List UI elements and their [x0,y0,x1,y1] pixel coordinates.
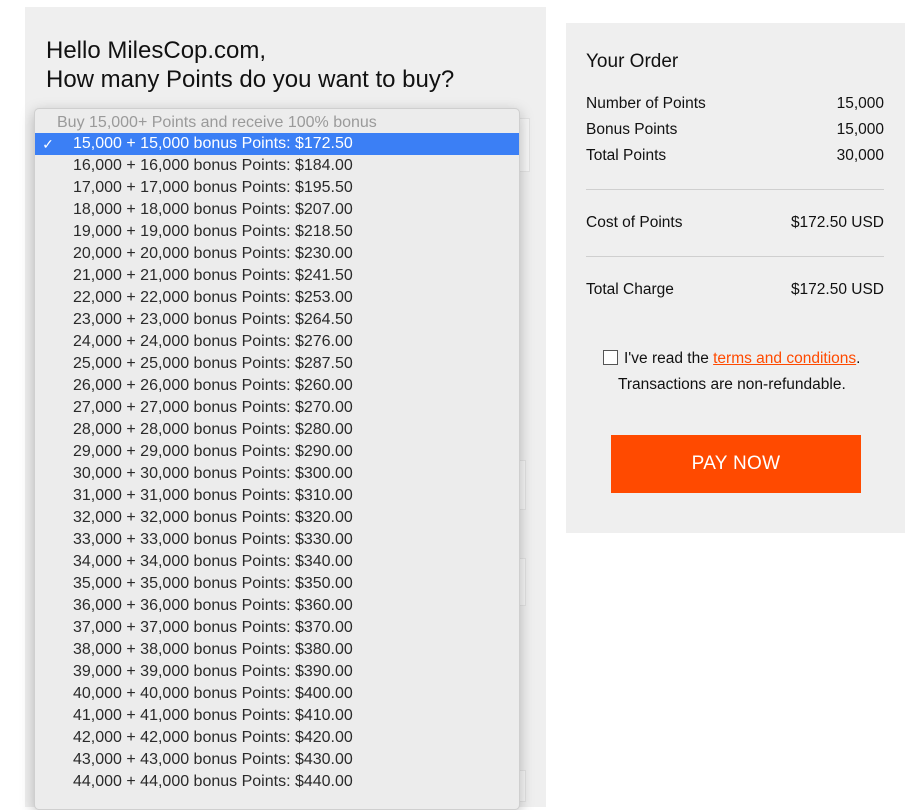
greeting-line-2: How many Points do you want to buy? [46,66,455,93]
option-label: 37,000 + 37,000 bonus Points: $370.00 [73,619,353,636]
dropdown-option[interactable]: 31,000 + 31,000 bonus Points: $310.00 [35,485,519,507]
terms-prefix: I've read the [624,350,714,367]
dropdown-option[interactable]: 25,000 + 25,000 bonus Points: $287.50 [35,353,519,375]
row-bonus-points: Bonus Points 15,000 [586,121,884,139]
terms-link[interactable]: terms and conditions [713,350,856,367]
option-label: 20,000 + 20,000 bonus Points: $230.00 [73,245,353,262]
dropdown-option[interactable]: 22,000 + 22,000 bonus Points: $253.00 [35,287,519,309]
option-label: 28,000 + 28,000 bonus Points: $280.00 [73,421,353,438]
row-number-of-points: Number of Points 15,000 [586,95,884,113]
row-value: 15,000 [836,121,884,138]
dropdown-option[interactable]: 18,000 + 18,000 bonus Points: $207.00 [35,199,519,221]
option-label: 18,000 + 18,000 bonus Points: $207.00 [73,201,353,218]
dropdown-option[interactable]: 44,000 + 44,000 bonus Points: $440.00 [35,771,519,793]
dropdown-option[interactable]: 26,000 + 26,000 bonus Points: $260.00 [35,375,519,397]
order-summary-panel: Your Order Number of Points 15,000 Bonus… [566,23,905,533]
dropdown-options: ✓ 15,000 + 15,000 bonus Points: $172.50 16… [35,133,519,793]
dropdown-option[interactable]: 30,000 + 30,000 bonus Points: $300.00 [35,463,519,485]
dropdown-option[interactable]: 33,000 + 33,000 bonus Points: $330.00 [35,529,519,551]
option-label: 26,000 + 26,000 bonus Points: $260.00 [73,377,353,394]
option-label: 25,000 + 25,000 bonus Points: $287.50 [73,355,353,372]
option-label: 43,000 + 43,000 bonus Points: $430.00 [73,751,353,768]
dropdown-header: Buy 15,000+ Points and receive 100% bonu… [57,114,377,131]
dropdown-option[interactable]: 23,000 + 23,000 bonus Points: $264.50 [35,309,519,331]
dropdown-option[interactable]: 37,000 + 37,000 bonus Points: $370.00 [35,617,519,639]
option-label: 36,000 + 36,000 bonus Points: $360.00 [73,597,353,614]
option-label: 27,000 + 27,000 bonus Points: $270.00 [73,399,353,416]
option-label: 32,000 + 32,000 bonus Points: $320.00 [73,509,353,526]
divider [586,256,884,257]
option-label: 24,000 + 24,000 bonus Points: $276.00 [73,333,353,350]
option-label: 35,000 + 35,000 bonus Points: $350.00 [73,575,353,592]
row-label: Number of Points [586,95,706,112]
total-value: $172.50 USD [790,281,884,298]
option-label: 22,000 + 22,000 bonus Points: $253.00 [73,289,353,306]
dropdown-option[interactable]: 36,000 + 36,000 bonus Points: $360.00 [35,595,519,617]
option-label: 16,000 + 16,000 bonus Points: $184.00 [73,157,353,174]
order-title: Your Order [586,51,679,72]
row-total-charge: Total Charge $172.50 USD [586,281,884,299]
option-label: 21,000 + 21,000 bonus Points: $241.50 [73,267,353,284]
points-dropdown-menu[interactable]: Buy 15,000+ Points and receive 100% bonu… [34,108,520,810]
row-label: Bonus Points [586,121,678,138]
terms-agreement: I've read the terms and conditions. Tran… [603,346,860,398]
option-label: 29,000 + 29,000 bonus Points: $290.00 [73,443,353,460]
dropdown-option[interactable]: 43,000 + 43,000 bonus Points: $430.00 [35,749,519,771]
cost-label: Cost of Points [586,214,683,231]
greeting-line-1: Hello MilesCop.com, [46,37,267,64]
dropdown-option[interactable]: 19,000 + 19,000 bonus Points: $218.50 [35,221,519,243]
option-label: 31,000 + 31,000 bonus Points: $310.00 [73,487,353,504]
refund-note: Transactions are non-refundable. [618,376,846,393]
dropdown-option[interactable]: 24,000 + 24,000 bonus Points: $276.00 [35,331,519,353]
dropdown-option[interactable]: 27,000 + 27,000 bonus Points: $270.00 [35,397,519,419]
option-label: 41,000 + 41,000 bonus Points: $410.00 [73,707,353,724]
option-label: 15,000 + 15,000 bonus Points: $172.50 [73,135,353,152]
dropdown-option[interactable]: 34,000 + 34,000 bonus Points: $340.00 [35,551,519,573]
dropdown-option[interactable]: 39,000 + 39,000 bonus Points: $390.00 [35,661,519,683]
row-label: Total Points [586,147,667,164]
divider [586,189,884,190]
dropdown-option[interactable]: 38,000 + 38,000 bonus Points: $380.00 [35,639,519,661]
dropdown-option[interactable]: 21,000 + 21,000 bonus Points: $241.50 [35,265,519,287]
dropdown-option[interactable]: 32,000 + 32,000 bonus Points: $320.00 [35,507,519,529]
greeting: Hello MilesCop.com, How many Points do y… [46,36,454,94]
option-label: 38,000 + 38,000 bonus Points: $380.00 [73,641,353,658]
pay-now-button[interactable]: PAY NOW [611,435,861,493]
terms-suffix: . [856,350,861,367]
option-label: 30,000 + 30,000 bonus Points: $300.00 [73,465,353,482]
option-label: 42,000 + 42,000 bonus Points: $420.00 [73,729,353,746]
row-cost-of-points: Cost of Points $172.50 USD [586,214,884,232]
option-label: 40,000 + 40,000 bonus Points: $400.00 [73,685,353,702]
option-label: 19,000 + 19,000 bonus Points: $218.50 [73,223,353,240]
dropdown-option[interactable]: 35,000 + 35,000 bonus Points: $350.00 [35,573,519,595]
cost-value: $172.50 USD [790,214,884,231]
dropdown-option[interactable]: 40,000 + 40,000 bonus Points: $400.00 [35,683,519,705]
row-value: 30,000 [836,147,884,164]
option-label: 39,000 + 39,000 bonus Points: $390.00 [73,663,353,680]
dropdown-option[interactable]: 29,000 + 29,000 bonus Points: $290.00 [35,441,519,463]
dropdown-option[interactable]: 16,000 + 16,000 bonus Points: $184.00 [35,155,519,177]
dropdown-option[interactable]: 42,000 + 42,000 bonus Points: $420.00 [35,727,519,749]
terms-checkbox[interactable] [603,350,618,365]
dropdown-option[interactable]: 17,000 + 17,000 bonus Points: $195.50 [35,177,519,199]
row-value: 15,000 [836,95,884,112]
dropdown-option[interactable]: ✓ 15,000 + 15,000 bonus Points: $172.50 [35,133,519,155]
option-label: 34,000 + 34,000 bonus Points: $340.00 [73,553,353,570]
option-label: 23,000 + 23,000 bonus Points: $264.50 [73,311,353,328]
dropdown-option[interactable]: 20,000 + 20,000 bonus Points: $230.00 [35,243,519,265]
dropdown-option[interactable]: 41,000 + 41,000 bonus Points: $410.00 [35,705,519,727]
total-label: Total Charge [586,281,674,298]
option-label: 44,000 + 44,000 bonus Points: $440.00 [73,773,353,790]
dropdown-option[interactable]: 28,000 + 28,000 bonus Points: $280.00 [35,419,519,441]
option-label: 17,000 + 17,000 bonus Points: $195.50 [73,179,353,196]
row-total-points: Total Points 30,000 [586,147,884,165]
option-label: 33,000 + 33,000 bonus Points: $330.00 [73,531,353,548]
check-icon: ✓ [42,136,54,152]
